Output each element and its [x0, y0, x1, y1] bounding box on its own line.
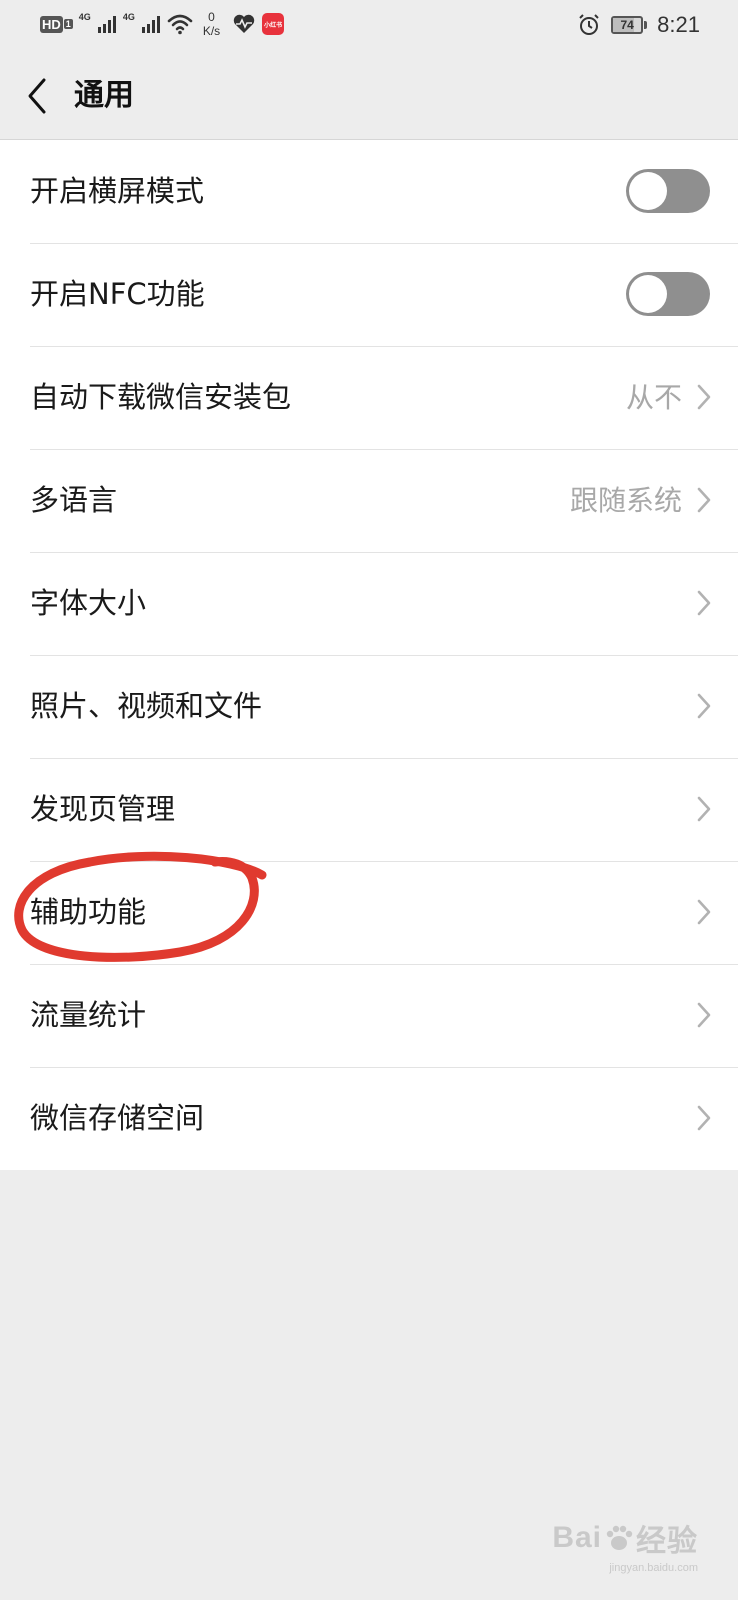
paw-icon	[606, 1525, 633, 1550]
watermark-url: jingyan.baidu.com	[609, 1562, 698, 1574]
settings-row[interactable]: 照片、视频和文件	[0, 655, 738, 758]
settings-row[interactable]: 字体大小	[0, 552, 738, 655]
chevron-right-icon	[697, 590, 711, 616]
toggle-switch[interactable]	[626, 272, 710, 316]
settings-row[interactable]: 流量统计	[0, 964, 738, 1067]
toggle-switch[interactable]	[626, 169, 710, 213]
battery-tip	[644, 21, 648, 29]
settings-row-label: 照片、视频和文件	[30, 689, 263, 723]
chevron-right-icon	[697, 693, 711, 719]
sim-number: 1	[63, 19, 73, 29]
settings-row[interactable]: 开启横屏模式	[0, 140, 738, 243]
back-arrow-icon	[28, 78, 46, 114]
signal-icon	[97, 16, 116, 33]
app-notification-icon: 小红书	[262, 13, 285, 35]
chevron-right-icon	[697, 1002, 711, 1028]
status-bar: HD 1 4G 4G 0 K/s 小红书 74 8:21	[0, 0, 738, 50]
chevron-right-icon	[697, 384, 711, 410]
watermark-suffix: 经验	[636, 1525, 698, 1558]
settings-row-label: 辅助功能	[30, 895, 147, 929]
chevron-right-icon	[697, 487, 711, 513]
status-left-icons: HD 1 4G 4G 0 K/s 小红书	[40, 10, 285, 38]
settings-row-label: 多语言	[30, 483, 118, 517]
settings-row[interactable]: 自动下载微信安装包 从不	[0, 346, 738, 449]
chevron-right-icon	[697, 1105, 711, 1131]
baidu-jingyan-watermark: Bai 经验 jingyan.baidu.com	[552, 1516, 698, 1574]
toggle-knob	[629, 172, 667, 210]
settings-row[interactable]: 开启NFC功能	[0, 243, 738, 346]
alarm-icon	[579, 14, 599, 35]
wifi-icon	[167, 14, 193, 35]
battery-icon: 74	[611, 16, 644, 34]
network-speed: 0 K/s	[203, 10, 220, 38]
watermark-logo: Bai 经验	[552, 1516, 698, 1560]
settings-row-value: 跟随系统	[569, 484, 682, 517]
back-button[interactable]	[18, 74, 58, 118]
settings-row[interactable]: 发现页管理	[0, 758, 738, 861]
hd-badge: HD	[40, 15, 63, 33]
status-right-icons: 74 8:21	[577, 12, 700, 38]
nav-bar: 通用	[0, 50, 738, 140]
network-type-2: 4G	[122, 12, 135, 22]
chevron-right-icon	[697, 796, 711, 822]
settings-row[interactable]: 辅助功能	[0, 861, 738, 964]
settings-row[interactable]: 多语言 跟随系统	[0, 449, 738, 552]
clock: 8:21	[657, 12, 700, 37]
battery-percent: 74	[620, 18, 634, 32]
toggle-knob	[629, 275, 667, 313]
settings-row-label: 自动下载微信安装包	[30, 380, 292, 414]
settings-row[interactable]: 微信存储空间	[0, 1067, 738, 1170]
settings-row-label: 流量统计	[30, 998, 147, 1032]
page-title: 通用	[74, 78, 134, 113]
signal-icon	[141, 16, 160, 33]
network-type-1: 4G	[78, 12, 91, 22]
settings-row-label: 微信存储空间	[30, 1101, 205, 1135]
settings-list: 开启横屏模式 开启NFC功能自动下载微信安装包 从不多语言 跟随系统字体大小照片、视频…	[0, 140, 738, 1170]
settings-row-value: 从不	[625, 381, 682, 414]
settings-row-label: 开启横屏模式	[30, 174, 205, 208]
watermark-brand: Bai	[552, 1521, 602, 1554]
settings-row-label: 发现页管理	[30, 792, 176, 826]
settings-row-label: 开启NFC功能	[30, 277, 205, 311]
settings-row-label: 字体大小	[30, 586, 147, 620]
speed-unit: K/s	[202, 24, 221, 38]
speed-value: 0	[208, 10, 215, 24]
health-heart-icon	[233, 14, 255, 34]
chevron-right-icon	[697, 899, 711, 925]
